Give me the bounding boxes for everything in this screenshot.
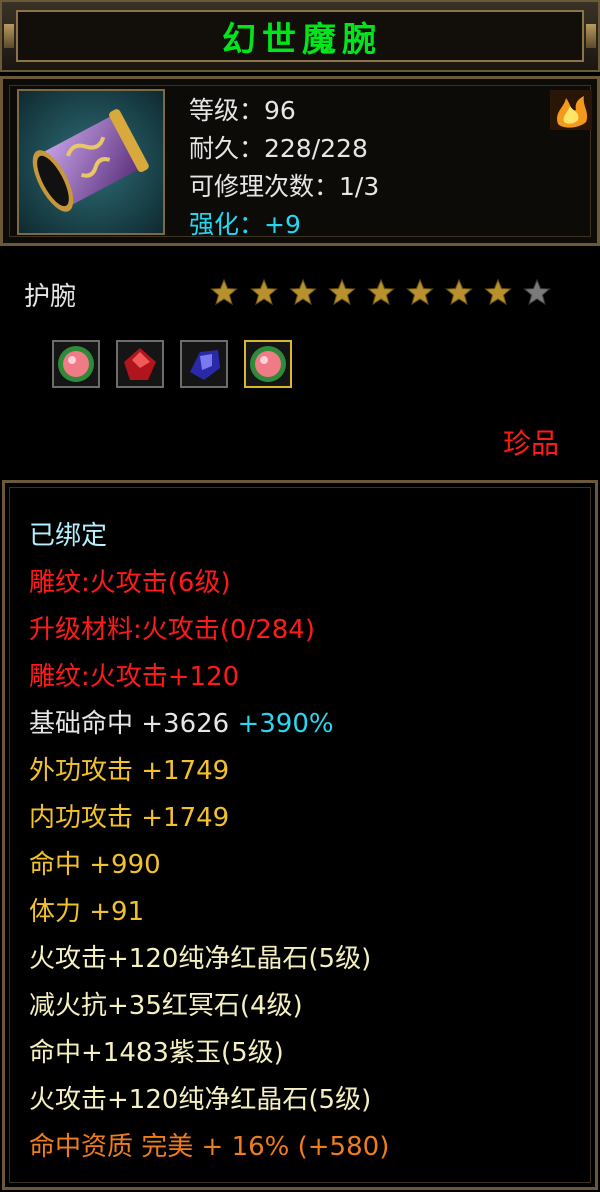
durability-text: 耐久：228/228: [189, 134, 368, 163]
repair-count-text: 可修理次数：1/3: [189, 172, 380, 201]
aptitude-line: 命中资质 完美 + 16% (+580): [29, 1132, 390, 1162]
base-hit-value: 基础命中 +3626: [29, 709, 230, 739]
star-filled-icon: [328, 278, 356, 306]
item-header: 等级：96 耐久：228/228 可修理次数：1/3 强化：+9: [0, 76, 600, 246]
item-type-label: 护腕: [24, 282, 77, 312]
gem-line-2: 减火抗+35红冥石(4级): [29, 991, 303, 1021]
pink-gem-icon: [250, 346, 286, 382]
gem-slot-4[interactable]: [244, 340, 292, 388]
pink-gem-icon: [58, 346, 94, 382]
carve-line-2: 雕纹:火攻击+120: [29, 662, 240, 692]
red-gem-icon: [124, 348, 156, 380]
star-filled-icon: [289, 278, 317, 306]
fire-emblem-icon: [550, 90, 592, 130]
item-tooltip: 幻世魔腕 等级：96 耐久：228/228 可修理次数：1/3 强化：+9 护腕…: [0, 0, 600, 1192]
upgrade-material-line: 升级材料:火攻击(0/284): [29, 615, 315, 645]
base-hit-percent: +390%: [237, 709, 334, 739]
bracer-icon: [17, 89, 165, 235]
gem-line-1: 火攻击+120纯净红晶石(5级): [29, 944, 372, 974]
blue-gem-icon: [190, 350, 220, 380]
star-filled-icon: [406, 278, 434, 306]
bracer-graphic: [19, 91, 163, 233]
stamina-line: 体力 +91: [29, 897, 145, 927]
star-filled-icon: [445, 278, 473, 306]
outer-attack-line: 外功攻击 +1749: [29, 756, 230, 786]
star-filled-icon: [210, 278, 238, 306]
gem-slot-1[interactable]: [52, 340, 100, 388]
gem-line-4: 火攻击+120纯净红晶石(5级): [29, 1085, 372, 1115]
gem-slot-2[interactable]: [116, 340, 164, 388]
star-empty-icon: [523, 278, 551, 306]
inner-attack-line: 内功攻击 +1749: [29, 803, 230, 833]
item-title: 幻世魔腕: [222, 20, 382, 60]
hit-line: 命中 +990: [29, 850, 161, 880]
star-filled-icon: [484, 278, 512, 306]
gem-line-3: 命中+1483紫玉(5级): [29, 1038, 284, 1068]
base-hit-line: 基础命中 +3626 +390%: [29, 703, 334, 740]
title-bar: 幻世魔腕: [0, 0, 600, 72]
star-filled-icon: [250, 278, 278, 306]
level-text: 等级：96: [189, 96, 296, 125]
star-filled-icon: [367, 278, 395, 306]
gem-slot-3[interactable]: [180, 340, 228, 388]
bound-status: 已绑定: [29, 521, 108, 551]
attribute-panel: 已绑定 雕纹:火攻击(6级) 升级材料:火攻击(0/284) 雕纹:火攻击+12…: [2, 480, 598, 1190]
enhance-text: 强化：+9: [189, 210, 301, 239]
carve-line-1: 雕纹:火攻击(6级): [29, 568, 231, 598]
quality-label: 珍品: [503, 427, 560, 460]
